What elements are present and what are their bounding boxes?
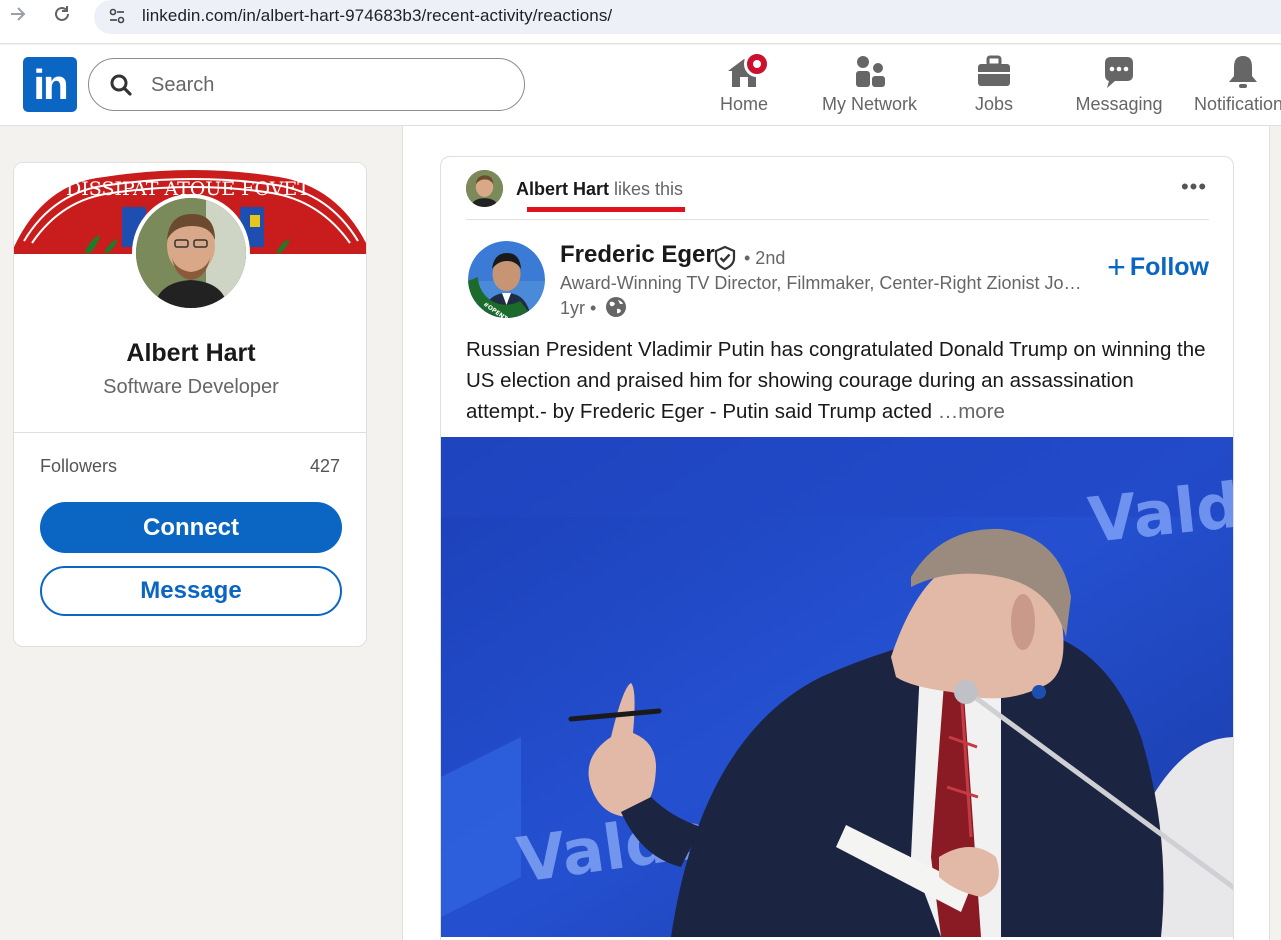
followers-count: 427 (309, 456, 340, 476)
nav-my-network[interactable]: My Network (812, 53, 927, 123)
chat-icon (1101, 53, 1137, 91)
plus-icon: + (1107, 249, 1126, 285)
author-name[interactable]: Frederic Eger (560, 241, 715, 269)
post-text: Russian President Vladimir Putin has con… (466, 334, 1206, 427)
connect-button[interactable]: Connect (40, 502, 342, 553)
verified-shield-icon (714, 245, 736, 271)
notification-badge (744, 51, 770, 77)
linkedin-header: in Home My Network Jobs Messaging (0, 45, 1281, 126)
message-button[interactable]: Message (40, 566, 342, 616)
bell-icon (1225, 53, 1261, 91)
nav-jobs-label: Jobs (974, 94, 1014, 114)
connection-degree: • 2nd (744, 248, 786, 268)
profile-title: Software Developer (103, 376, 279, 398)
address-bar[interactable]: linkedin.com/in/albert-hart-974683b3/rec… (94, 0, 1281, 34)
followers-label: Followers (40, 456, 118, 476)
more-options-icon[interactable]: ••• (1179, 176, 1209, 201)
nav-messaging-label: Messaging (1075, 94, 1163, 114)
nav-notifications-label: Notifications (1193, 94, 1281, 114)
activity-action: likes this (609, 179, 684, 199)
profile-name[interactable]: Albert Hart (14, 339, 366, 368)
activity-avatar[interactable] (466, 170, 503, 207)
profile-avatar[interactable] (132, 194, 250, 312)
feed-post: Albert Hart likes this ••• #OPENTOWORK F… (440, 156, 1234, 940)
profile-card: DISSIPAT ATQUE FOVET Albert Hart Softwar… (13, 162, 367, 647)
nav-messaging[interactable]: Messaging (1070, 53, 1168, 123)
divider (14, 432, 366, 433)
browser-toolbar: linkedin.com/in/albert-hart-974683b3/rec… (0, 0, 1281, 44)
activity-header: Albert Hart likes this (516, 179, 683, 200)
post-image[interactable]: Valdai Valdai (441, 437, 1233, 937)
author-avatar[interactable]: #OPENTOWORK (468, 241, 545, 318)
nav-my-network-label: My Network (821, 94, 917, 114)
search-box[interactable] (88, 58, 525, 111)
forward-arrow-icon[interactable] (6, 4, 30, 28)
divider (466, 219, 1209, 220)
see-more-link[interactable]: …more (938, 400, 1005, 423)
follow-label: Follow (1129, 253, 1209, 281)
author-headline: Award-Winning TV Director, Filmmaker, Ce… (560, 273, 1090, 293)
follow-button[interactable]: + Follow (1107, 249, 1209, 286)
linkedin-logo[interactable]: in (23, 57, 77, 112)
search-icon (110, 74, 132, 96)
reload-icon[interactable] (50, 4, 74, 28)
network-icon (852, 53, 888, 91)
briefcase-icon (976, 53, 1012, 91)
home-icon (726, 51, 770, 91)
site-settings-icon[interactable] (108, 7, 126, 25)
nav-jobs[interactable]: Jobs (960, 53, 1028, 123)
red-underline-annotation (527, 207, 685, 212)
nav-home[interactable]: Home (704, 51, 784, 123)
activity-actor-name[interactable]: Albert Hart (516, 179, 609, 199)
nav-home-label: Home (719, 94, 768, 114)
nav-notifications[interactable]: Notifications (1188, 53, 1281, 123)
url-text: linkedin.com/in/albert-hart-974683b3/rec… (142, 6, 613, 25)
post-timestamp: 1yr • (560, 298, 597, 318)
globe-icon (606, 297, 626, 317)
post-body: Russian President Vladimir Putin has con… (466, 338, 1206, 423)
search-input[interactable] (151, 71, 491, 99)
